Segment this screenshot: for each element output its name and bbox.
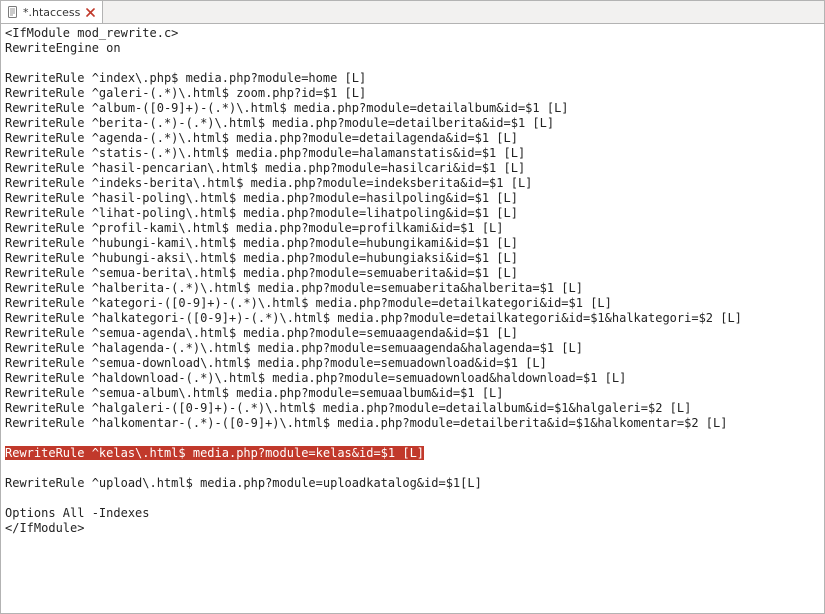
code-line: RewriteRule ^statis-(.*)\.html$ media.ph…	[5, 146, 820, 161]
code-line: RewriteRule ^profil-kami\.html$ media.ph…	[5, 221, 820, 236]
code-line: RewriteRule ^galeri-(.*)\.html$ zoom.php…	[5, 86, 820, 101]
highlighted-code-line: RewriteRule ^kelas\.html$ media.php?modu…	[5, 446, 424, 460]
code-line: RewriteRule ^halkomentar-(.*)-([0-9]+)\.…	[5, 416, 820, 431]
code-line: Options All -Indexes	[5, 506, 820, 521]
code-line: RewriteRule ^berita-(.*)-(.*)\.html$ med…	[5, 116, 820, 131]
code-line: RewriteRule ^haldownload-(.*)\.html$ med…	[5, 371, 820, 386]
code-line: </IfModule>	[5, 521, 820, 536]
file-tab[interactable]: *.htaccess	[1, 1, 103, 23]
code-line	[5, 56, 820, 71]
tab-bar: *.htaccess	[1, 1, 824, 24]
file-icon	[7, 6, 19, 18]
code-editor-content[interactable]: <IfModule mod_rewrite.c>RewriteEngine on…	[1, 24, 824, 613]
code-line	[5, 431, 820, 446]
code-line: RewriteRule ^hasil-pencarian\.html$ medi…	[5, 161, 820, 176]
code-line: RewriteRule ^index\.php$ media.php?modul…	[5, 71, 820, 86]
code-line: RewriteRule ^halagenda-(.*)\.html$ media…	[5, 341, 820, 356]
tab-filename: *.htaccess	[23, 6, 80, 19]
close-icon	[86, 8, 95, 17]
code-line: RewriteEngine on	[5, 41, 820, 56]
code-line	[5, 491, 820, 506]
code-line: RewriteRule ^hubungi-kami\.html$ media.p…	[5, 236, 820, 251]
code-line: RewriteRule ^semua-agenda\.html$ media.p…	[5, 326, 820, 341]
code-line: RewriteRule ^album-([0-9]+)-(.*)\.html$ …	[5, 101, 820, 116]
editor-window: *.htaccess <IfModule mod_rewrite.c>Rewri…	[0, 0, 825, 614]
code-line: RewriteRule ^hasil-poling\.html$ media.p…	[5, 191, 820, 206]
code-line	[5, 461, 820, 476]
code-line: RewriteRule ^halgaleri-([0-9]+)-(.*)\.ht…	[5, 401, 820, 416]
code-line: RewriteRule ^halkategori-([0-9]+)-(.*)\.…	[5, 311, 820, 326]
code-line: RewriteRule ^agenda-(.*)\.html$ media.ph…	[5, 131, 820, 146]
code-line: RewriteRule ^semua-download\.html$ media…	[5, 356, 820, 371]
code-line: RewriteRule ^semua-berita\.html$ media.p…	[5, 266, 820, 281]
code-line: RewriteRule ^hubungi-aksi\.html$ media.p…	[5, 251, 820, 266]
code-line: RewriteRule ^halberita-(.*)\.html$ media…	[5, 281, 820, 296]
code-line: RewriteRule ^upload\.html$ media.php?mod…	[5, 476, 820, 491]
code-line: RewriteRule ^semua-album\.html$ media.ph…	[5, 386, 820, 401]
tab-close-button[interactable]	[84, 6, 96, 18]
code-line: RewriteRule ^indeks-berita\.html$ media.…	[5, 176, 820, 191]
code-line: RewriteRule ^lihat-poling\.html$ media.p…	[5, 206, 820, 221]
code-line: RewriteRule ^kategori-([0-9]+)-(.*)\.htm…	[5, 296, 820, 311]
code-line: <IfModule mod_rewrite.c>	[5, 26, 820, 41]
code-line: RewriteRule ^kelas\.html$ media.php?modu…	[5, 446, 820, 461]
